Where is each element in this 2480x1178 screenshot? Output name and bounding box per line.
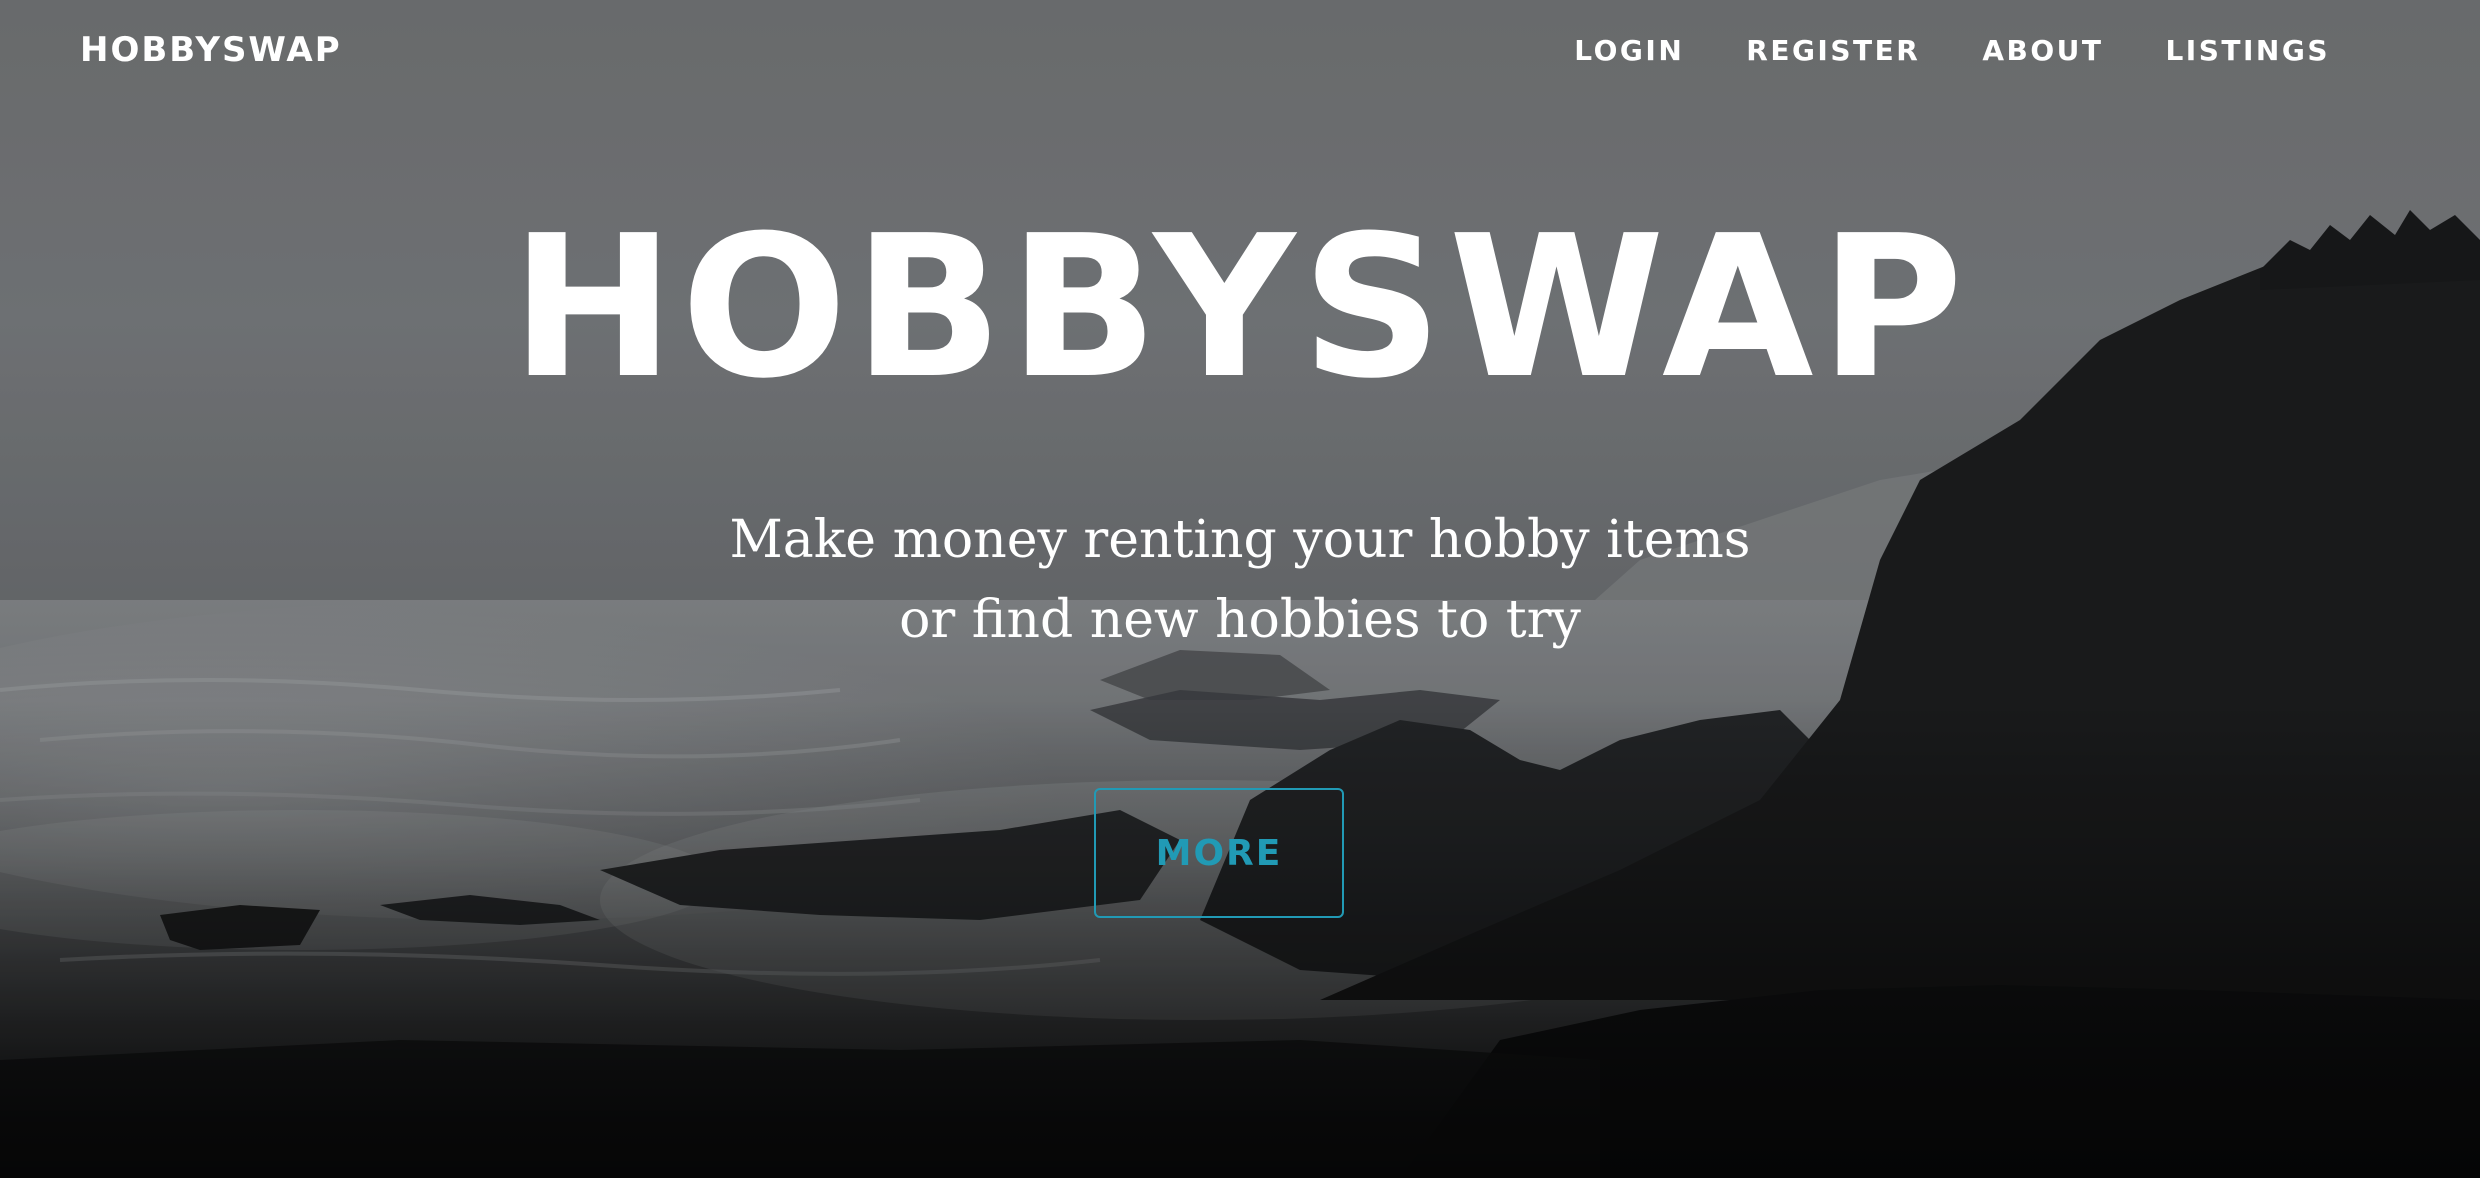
hero-subtitle-line-2: or find new hobbies to try bbox=[899, 590, 1581, 650]
nav-login-link[interactable]: LOGIN bbox=[1574, 34, 1684, 67]
hero-subtitle-line-1: Make money renting your hobby items bbox=[729, 510, 1751, 570]
nav-about-link[interactable]: ABOUT bbox=[1982, 34, 2103, 67]
brand-logo-link[interactable]: HOBBYSWAP bbox=[80, 30, 342, 70]
nav-listings-link[interactable]: LISTINGS bbox=[2165, 34, 2330, 67]
top-nav: LOGIN REGISTER ABOUT LISTINGS bbox=[1574, 34, 2330, 67]
nav-register-link[interactable]: REGISTER bbox=[1746, 34, 1920, 67]
hero-subtitle: Make money renting your hobby items or f… bbox=[0, 500, 2480, 660]
landing-page: HOBBYSWAP LOGIN REGISTER ABOUT LISTINGS … bbox=[0, 0, 2480, 1178]
hero-title: HOBBYSWAP bbox=[510, 194, 1970, 422]
more-button[interactable]: MORE bbox=[1094, 788, 1344, 918]
